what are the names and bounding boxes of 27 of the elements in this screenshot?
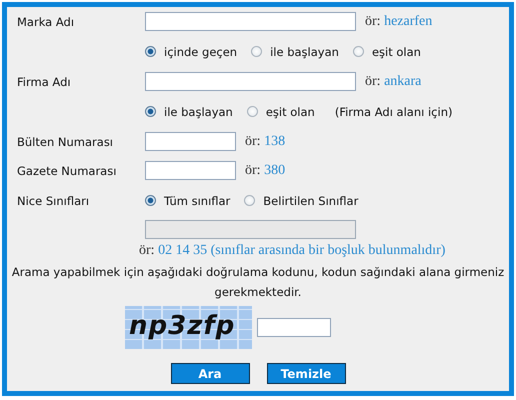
radio-button[interactable]: Belirtilen Sınıflar [244, 194, 358, 208]
radio-button[interactable]: ile başlayan [251, 44, 339, 58]
example-hint: ör: hezarfen [365, 14, 432, 30]
note-text: (Firma Adı alanı için) [334, 104, 452, 118]
example-hint: ör: 138 [245, 134, 286, 150]
text-field[interactable] [145, 161, 236, 180]
instruction-text: Arama yapabilmek için aşağıdaki doğrulama kodunu, kodun sağındaki alana girmeniz gerekmektedir. [10, 264, 506, 301]
text-field[interactable] [145, 12, 356, 31]
captcha-image: np3zfp [125, 306, 252, 349]
clear-button[interactable]: Temizle [266, 363, 346, 384]
search-button[interactable]: Ara [170, 363, 250, 384]
example-hint: ör: 02 14 35 (sınıflar arasında bir boşluk bulunmalıdır) [139, 243, 446, 259]
field-label: Bülten Numarası [17, 134, 114, 148]
radio-button[interactable]: ile başlayan [145, 104, 233, 118]
text-field[interactable] [145, 72, 356, 91]
radio-button[interactable]: içinde geçen [145, 44, 238, 58]
field-label: Nice Sınıfları [17, 194, 90, 208]
radio-button[interactable]: eşit olan [246, 104, 315, 118]
example-hint: ör: ankara [365, 74, 422, 90]
radio-button[interactable]: Tüm sınıflar [145, 194, 230, 208]
captcha-input[interactable] [257, 318, 331, 337]
field-label: Firma Adı [17, 74, 72, 88]
field-label: Marka Adı [17, 14, 76, 28]
example-hint: ör: 380 [245, 162, 286, 178]
radio-button[interactable]: eşit olan [352, 44, 421, 58]
text-field[interactable] [145, 132, 236, 151]
field-label: Gazete Numarası [17, 164, 118, 178]
